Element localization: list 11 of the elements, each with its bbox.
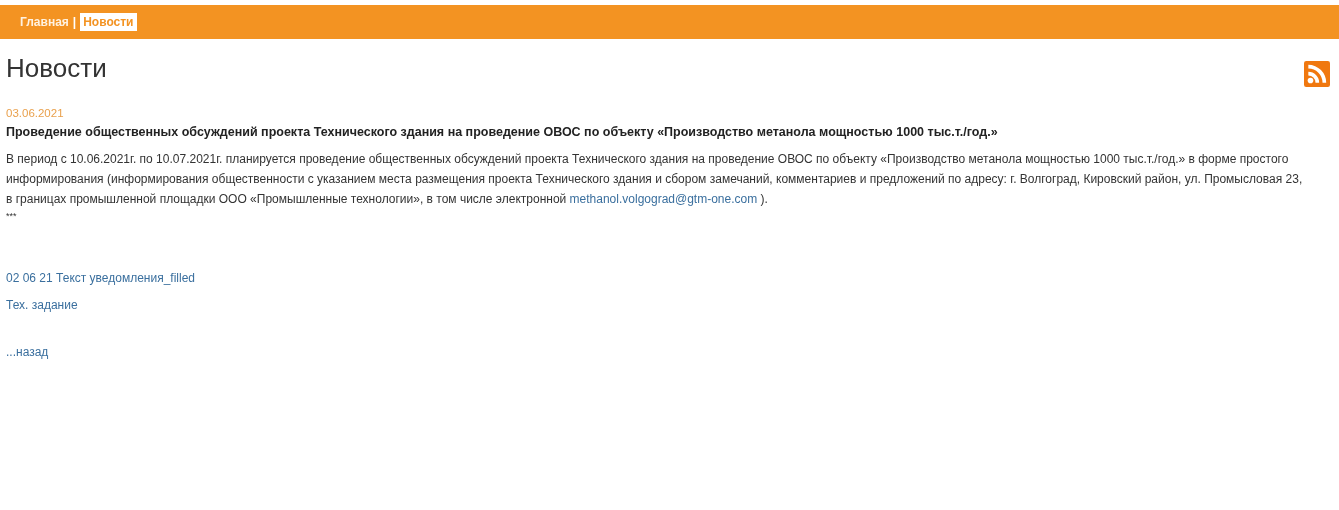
page-title: Новости: [6, 52, 107, 84]
separator-text: ***: [6, 211, 18, 221]
attachment-link[interactable]: Тех. задание: [6, 298, 78, 312]
news-headline[interactable]: Проведение общественных обсуждений проекта Технического здания на проведение ОВОС по объекту «Производство метанола мощностью 1000 тыс.т./год.»: [6, 125, 1330, 139]
back-link[interactable]: ...назад: [6, 345, 49, 359]
news-date: 03.06.2021: [6, 107, 65, 119]
news-text: В период с 10.06.2021г. по 10.07.2021г. планируется проведение общественных обсуждений проекта Технического здания на проведение ОВОС по объекту «Производство метанола мощностью 1000 тыс.т./год.» в форме простого информирования (информирования общественности с указанием места размещения проекта Технического здания и сбором замечаний, комментариев и предложений по адресу: г. Волгоград, Кировский район, ул. Промысловая 23, в границах промышленной площадки ООО «Промышленные технологии», в том числе электронной methanol.volgograd@gtm-one.com ).: [6, 151, 1304, 208]
rss-icon[interactable]: [1304, 61, 1330, 87]
breadcrumb-separator: |: [72, 15, 77, 29]
attachment-link[interactable]: 02 06 21 Текст уведомления_filled: [6, 271, 196, 285]
email-link[interactable]: methanol.volgograd@gtm-one.com: [569, 192, 758, 206]
